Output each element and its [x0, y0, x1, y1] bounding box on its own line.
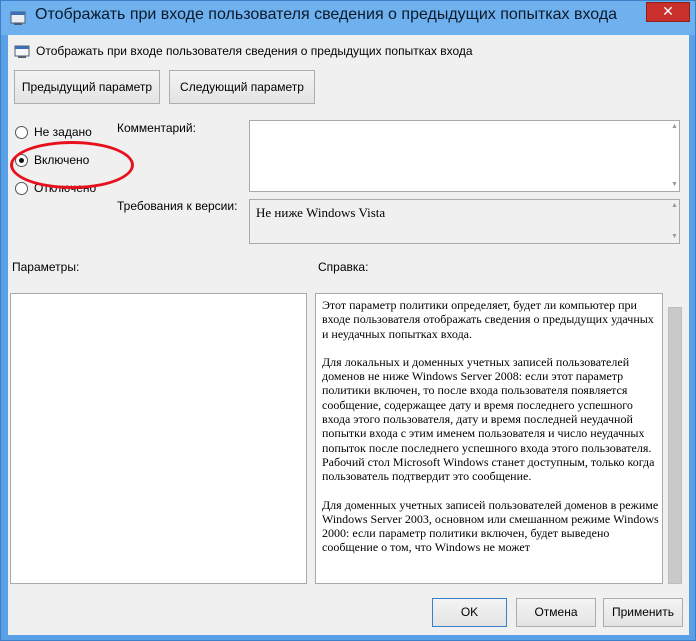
help-panel: Этот параметр политики определяет, будет…	[315, 293, 663, 584]
radio-not-configured[interactable]: Не задано	[15, 124, 92, 140]
previous-setting-button[interactable]: Предыдущий параметр	[14, 70, 160, 104]
close-icon: ✕	[662, 3, 674, 19]
policy-icon	[14, 45, 30, 58]
help-paragraph: Этот параметр политики определяет, будет…	[322, 298, 654, 341]
help-label: Справка:	[318, 260, 369, 274]
scroll-up-icon[interactable]: ▲	[671, 202, 678, 209]
scroll-down-icon[interactable]: ▼	[671, 181, 678, 188]
dialog-client-area: Отображать при входе пользователя сведен…	[8, 35, 689, 635]
help-text: Этот параметр политики определяет, будет…	[322, 298, 662, 569]
policy-dialog-window: Отображать при входе пользователя сведен…	[0, 0, 696, 641]
scroll-up-icon[interactable]: ▲	[671, 123, 678, 130]
help-scrollbar[interactable]	[668, 307, 682, 584]
requirements-field: Не ниже Windows Vista ▲ ▼	[249, 199, 680, 244]
radio-button[interactable]	[15, 125, 28, 139]
highlight-annotation	[10, 141, 134, 189]
cancel-button[interactable]: Отмена	[516, 598, 596, 627]
requirements-scrollbar[interactable]: ▲ ▼	[669, 200, 679, 243]
requirements-value: Не ниже Windows Vista	[256, 205, 386, 220]
radio-button[interactable]	[15, 181, 28, 195]
scroll-down-icon[interactable]: ▼	[671, 233, 678, 240]
window-title: Отображать при входе пользователя сведен…	[35, 6, 618, 23]
policy-name: Отображать при входе пользователя сведен…	[36, 44, 473, 58]
close-button[interactable]: ✕	[646, 2, 690, 22]
comment-scrollbar[interactable]: ▲ ▼	[669, 121, 679, 191]
comment-textarea[interactable]: ▲ ▼	[249, 120, 680, 192]
comment-label: Комментарий:	[117, 121, 196, 135]
next-setting-button[interactable]: Следующий параметр	[169, 70, 315, 104]
help-paragraph: Для доменных учетных записей пользовател…	[322, 497, 659, 555]
apply-button[interactable]: Применить	[603, 598, 683, 627]
help-paragraph: Для локальных и доменных учетных записей…	[322, 354, 655, 484]
requirements-label: Требования к версии:	[117, 199, 238, 213]
ok-button[interactable]: OK	[432, 598, 507, 627]
title-bar[interactable]: Отображать при входе пользователя сведен…	[1, 1, 695, 35]
options-panel	[10, 293, 307, 584]
radio-label: Не задано	[34, 125, 92, 139]
options-label: Параметры:	[12, 260, 80, 274]
policy-settings-icon	[10, 11, 26, 25]
